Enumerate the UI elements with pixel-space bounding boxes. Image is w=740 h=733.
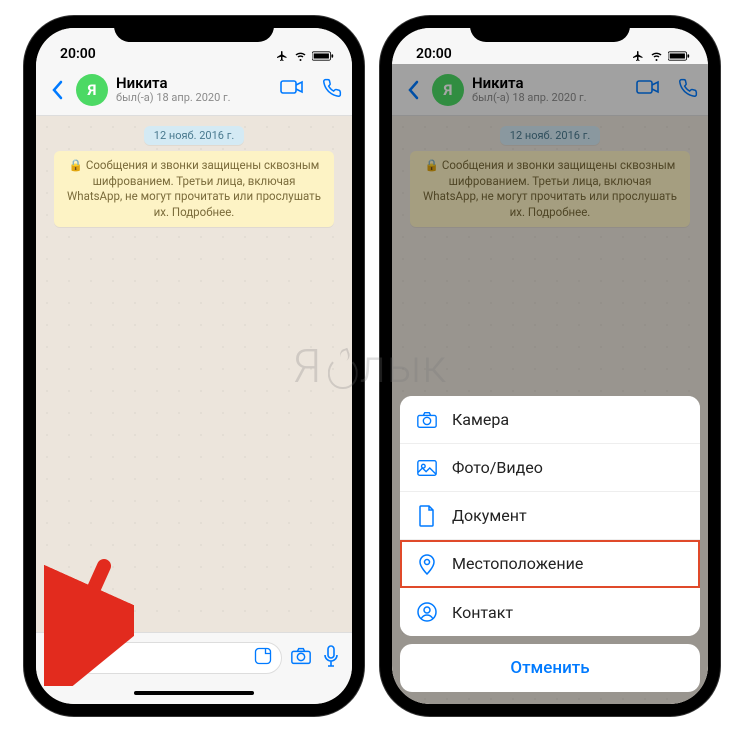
attach-button[interactable]: +	[46, 644, 68, 672]
input-bar: +	[36, 632, 352, 682]
battery-icon	[312, 50, 334, 62]
contact-last-seen: был(-а) 18 апр. 2020 г.	[472, 92, 628, 105]
sheet-cancel-button[interactable]: Отменить	[400, 644, 700, 692]
contact-name: Никита	[472, 75, 628, 92]
video-call-button[interactable]	[636, 78, 660, 102]
airplane-icon	[275, 50, 289, 62]
avatar[interactable]: Я	[76, 74, 108, 106]
encryption-notice[interactable]: 🔒 Сообщения и звонки защищены сквозным ш…	[410, 151, 690, 227]
back-button[interactable]	[46, 80, 68, 100]
sheet-item-label: Местоположение	[452, 554, 583, 573]
mic-button[interactable]	[320, 645, 342, 671]
sheet-item-camera[interactable]: Камера	[400, 396, 700, 444]
location-icon	[416, 553, 438, 575]
status-time: 20:00	[60, 46, 96, 62]
status-icons	[275, 50, 334, 62]
contact-name: Никита	[116, 75, 272, 92]
contact-icon	[416, 601, 438, 623]
phone-frame-right: 20:00 Я Никита был(-а) 18 апр. 2020 г.	[380, 16, 720, 716]
status-icons	[631, 50, 690, 62]
screen-right: 20:00 Я Никита был(-а) 18 апр. 2020 г.	[392, 28, 708, 704]
notch	[114, 16, 274, 42]
sticker-icon[interactable]	[253, 646, 273, 670]
contact-last-seen: был(-а) 18 апр. 2020 г.	[116, 92, 272, 105]
encryption-notice[interactable]: 🔒 Сообщения и звонки защищены сквозным ш…	[54, 151, 334, 227]
action-sheet-group: Камера Фото/Видео Документ	[400, 396, 700, 636]
sheet-item-label: Камера	[452, 410, 509, 429]
wifi-icon	[649, 50, 664, 62]
airplane-icon	[631, 50, 645, 62]
navbar: Я Никита был(-а) 18 апр. 2020 г.	[36, 64, 352, 116]
camera-icon	[416, 409, 438, 431]
attachment-action-sheet: Камера Фото/Видео Документ	[400, 396, 700, 692]
contact-block[interactable]: Никита был(-а) 18 апр. 2020 г.	[472, 75, 628, 105]
sheet-item-location[interactable]: Местоположение	[400, 540, 700, 588]
camera-shortcut-button[interactable]	[290, 646, 312, 670]
sheet-item-contact[interactable]: Контакт	[400, 588, 700, 636]
phone-frame-left: 20:00 Я Никита был(-а) 18 апр. 2020 г.	[24, 16, 364, 716]
sheet-item-label: Фото/Видео	[452, 458, 543, 477]
home-indicator[interactable]	[36, 682, 352, 704]
notch	[470, 16, 630, 42]
date-chip: 12 нояб. 2016 г.	[144, 126, 244, 145]
chat-body[interactable]: 12 нояб. 2016 г. 🔒 Сообщения и звонки за…	[36, 116, 352, 632]
sheet-item-document[interactable]: Документ	[400, 492, 700, 540]
back-button[interactable]	[402, 80, 424, 100]
document-icon	[416, 505, 438, 527]
sheet-item-label: Документ	[452, 506, 527, 525]
status-time: 20:00	[416, 46, 452, 62]
video-call-button[interactable]	[280, 78, 304, 102]
voice-call-button[interactable]	[678, 78, 698, 102]
voice-call-button[interactable]	[322, 78, 342, 102]
wifi-icon	[293, 50, 308, 62]
date-chip: 12 нояб. 2016 г.	[500, 126, 600, 145]
avatar[interactable]: Я	[432, 74, 464, 106]
sheet-item-label: Контакт	[452, 603, 513, 622]
message-input[interactable]	[76, 642, 282, 674]
sheet-item-photo[interactable]: Фото/Видео	[400, 444, 700, 492]
contact-block[interactable]: Никита был(-а) 18 апр. 2020 г.	[116, 75, 272, 105]
photo-icon	[416, 457, 438, 479]
battery-icon	[668, 50, 690, 62]
screen-left: 20:00 Я Никита был(-а) 18 апр. 2020 г.	[36, 28, 352, 704]
navbar: Я Никита был(-а) 18 апр. 2020 г.	[392, 64, 708, 116]
